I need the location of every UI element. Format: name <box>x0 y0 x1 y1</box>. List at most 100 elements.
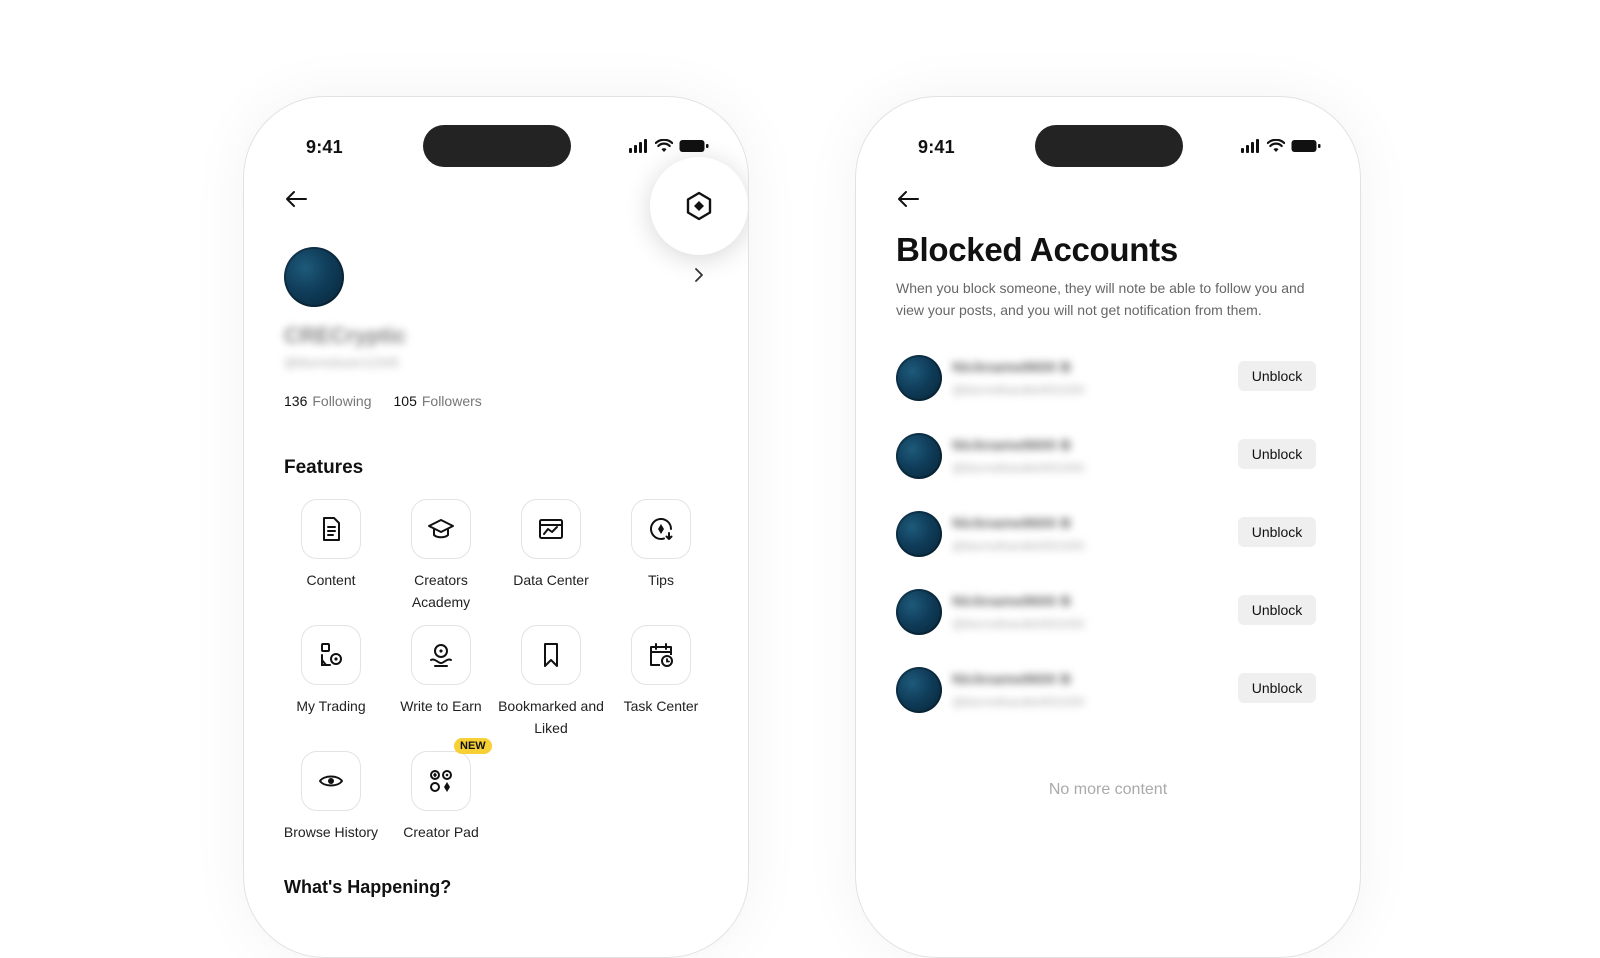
account-handle: @blurredhandle0001000 <box>952 695 1085 709</box>
avatar[interactable] <box>896 433 942 479</box>
unblock-button[interactable]: Unblock <box>1238 439 1316 469</box>
trading-icon <box>321 643 342 666</box>
no-more-content-text: No more content <box>1048 781 1168 798</box>
page-description: When you block someone, they will note b… <box>896 280 1305 318</box>
blocked-account-row: Nickname8600 B @blurredhandle0001000 Unb… <box>896 431 1316 509</box>
chevron-right-icon <box>695 268 703 282</box>
features-grid: Content Creators Academy Data Center Tip… <box>276 499 716 865</box>
signal-icon <box>629 139 647 153</box>
status-time: 9:41 <box>306 137 343 157</box>
account-name: Nickname8600 B <box>952 593 1072 610</box>
avatar[interactable] <box>896 667 942 713</box>
profile-chevron-button[interactable] <box>692 265 708 287</box>
feature-bookmarked-liked[interactable]: Bookmarked and Liked <box>496 625 606 739</box>
feature-task-center[interactable]: Task Center <box>606 625 716 739</box>
feature-label: Tips <box>648 572 674 588</box>
unblock-button[interactable]: Unblock <box>1238 361 1316 391</box>
account-name: Nickname8600 B <box>952 437 1072 454</box>
unblock-button[interactable]: Unblock <box>1238 673 1316 703</box>
account-name: Nickname8600 B <box>952 671 1072 688</box>
feature-label: Task Center <box>623 698 699 714</box>
feature-icon-box <box>301 751 361 811</box>
bookmark-icon <box>544 643 558 667</box>
whats-happening-heading: What's Happening? <box>284 877 452 897</box>
account-handle: @blurredhandle0001000 <box>952 617 1085 631</box>
eye-icon <box>319 775 343 787</box>
feature-icon-box <box>301 499 361 559</box>
earn-icon <box>430 644 452 667</box>
feature-icon-box <box>521 499 581 559</box>
account-name: Nickname8600 B <box>952 359 1072 376</box>
back-button[interactable] <box>896 189 924 213</box>
feature-my-trading[interactable]: My Trading <box>276 625 386 739</box>
feature-write-to-earn[interactable]: Write to Earn <box>386 625 496 739</box>
creator-pad-icon <box>430 770 452 792</box>
wifi-icon <box>1267 139 1285 152</box>
account-handle: @blurredhandle0001000 <box>952 539 1085 553</box>
phone-frame-blocked-accounts: 9:41 Blocked Accounts When you block som… <box>855 96 1361 958</box>
feature-tips[interactable]: Tips <box>606 499 716 613</box>
feature-creators-academy[interactable]: Creators Academy <box>386 499 496 613</box>
blocked-account-row: Nickname8600 B @blurredhandle0001000 Unb… <box>896 509 1316 587</box>
feature-label: Creators Academy <box>411 572 471 610</box>
avatar[interactable] <box>896 589 942 635</box>
hexagon-settings-icon <box>686 191 712 221</box>
blocked-account-row: Nickname8600 B @blurredhandle0001000 Unb… <box>896 665 1316 743</box>
settings-button[interactable] <box>650 157 748 255</box>
feature-icon-box <box>631 625 691 685</box>
account-handle: @blurredhandle0001000 <box>952 383 1085 397</box>
feature-label: My Trading <box>296 698 366 714</box>
document-icon <box>323 517 340 541</box>
features-heading: Features <box>284 457 364 478</box>
followers-stat[interactable]: 105 Followers <box>394 393 482 409</box>
calendar-icon <box>650 643 673 667</box>
blocked-account-row: Nickname8600 B @blurredhandle0001000 Unb… <box>896 587 1316 665</box>
unblock-button[interactable]: Unblock <box>1238 517 1316 547</box>
phone-frame-profile: 9:41 CRECryptic @blurreduser12345 136 Fol… <box>243 96 749 958</box>
account-handle: @blurredhandle0001000 <box>952 461 1085 475</box>
following-stat[interactable]: 136 Following <box>284 393 372 409</box>
feature-creator-pad[interactable]: NEW Creator Pad <box>386 738 496 865</box>
unblock-button[interactable]: Unblock <box>1238 595 1316 625</box>
dynamic-island <box>423 125 571 167</box>
feature-label: Content <box>306 572 356 588</box>
following-count: 136 <box>284 393 308 409</box>
following-label: Following <box>312 393 372 409</box>
status-icons <box>1241 139 1321 153</box>
status-icons <box>629 139 709 153</box>
status-time: 9:41 <box>918 137 955 157</box>
signal-icon <box>1241 139 1259 153</box>
followers-count: 105 <box>393 393 417 409</box>
feature-label: Browse History <box>283 824 379 840</box>
back-button[interactable] <box>284 189 312 213</box>
chart-icon <box>539 519 563 539</box>
feature-icon-box: NEW <box>411 738 492 811</box>
feature-label: Write to Earn <box>400 698 482 714</box>
page-title: Blocked Accounts <box>896 231 1178 268</box>
feature-icon-box <box>631 499 691 559</box>
blocked-account-row: Nickname8600 B @blurredhandle0001000 Unb… <box>896 353 1316 431</box>
feature-content[interactable]: Content <box>276 499 386 613</box>
profile-name: CRECryptic <box>284 323 407 348</box>
blocked-accounts-list: Nickname8600 B @blurredhandle0001000 Unb… <box>896 353 1316 743</box>
feature-browse-history[interactable]: Browse History <box>276 751 386 865</box>
graduation-cap-icon <box>428 519 454 539</box>
profile-handle: @blurreduser12345 <box>284 355 400 370</box>
feature-label: Creator Pad <box>403 824 479 840</box>
account-name: Nickname8600 B <box>952 515 1072 532</box>
dynamic-island <box>1035 125 1183 167</box>
followers-label: Followers <box>421 393 482 409</box>
feature-icon-box <box>411 625 471 685</box>
feature-data-center[interactable]: Data Center <box>496 499 606 613</box>
profile-stats: 136 Following 105 Followers <box>284 393 482 409</box>
feature-icon-box <box>411 499 471 559</box>
feature-label: Bookmarked and Liked <box>498 698 604 736</box>
feature-icon-box <box>301 625 361 685</box>
feature-label: Data Center <box>513 572 589 588</box>
new-badge: NEW <box>454 738 492 754</box>
profile-avatar[interactable] <box>284 247 344 307</box>
avatar[interactable] <box>896 355 942 401</box>
avatar[interactable] <box>896 511 942 557</box>
arrow-left-icon <box>898 191 919 207</box>
battery-icon <box>1291 140 1321 152</box>
